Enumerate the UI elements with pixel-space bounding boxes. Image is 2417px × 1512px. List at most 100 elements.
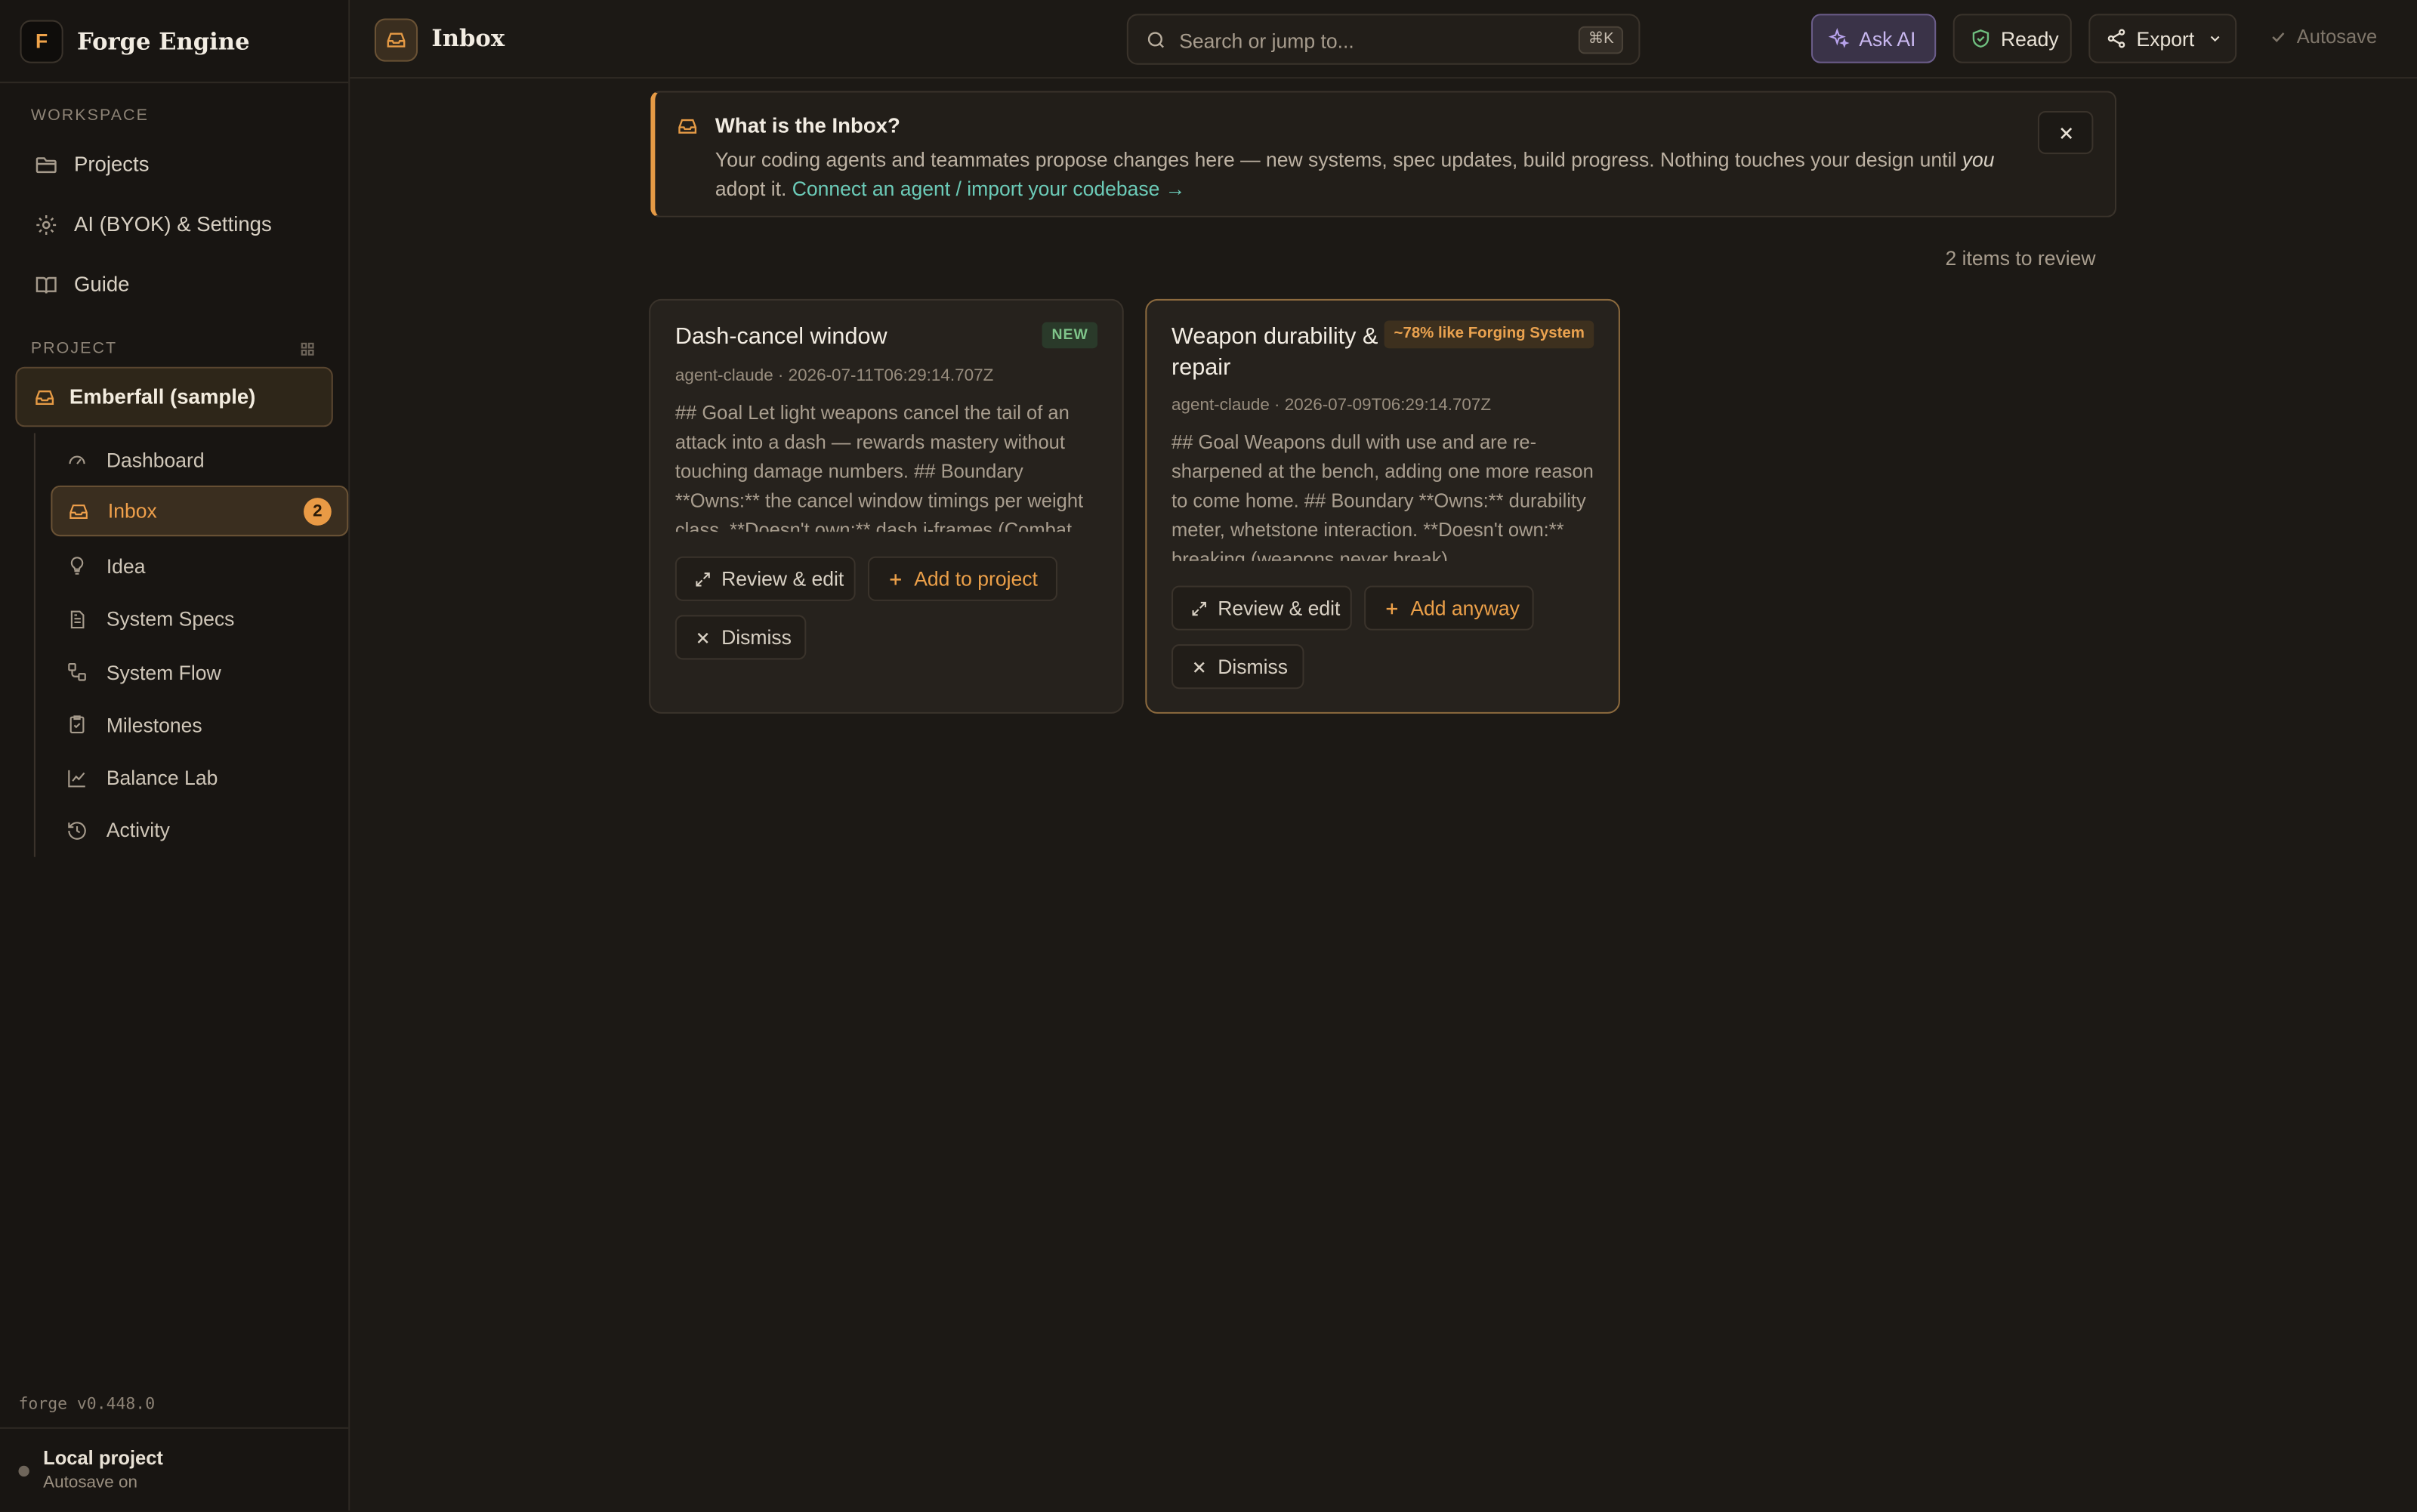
chart-line-icon — [68, 770, 85, 787]
inbox-icon — [69, 504, 88, 519]
close-icon — [1193, 661, 1205, 672]
sidebar-item-label: Inbox — [107, 499, 157, 523]
book-icon — [35, 276, 57, 293]
dismiss-button[interactable]: Dismiss — [1171, 644, 1304, 690]
sidebar-item-dashboard[interactable]: Dashboard — [51, 433, 348, 486]
sidebar-item-label: Idea — [106, 554, 146, 579]
search-placeholder: Search or jump to... — [1179, 29, 1354, 53]
app-name: Forge Engine — [77, 26, 250, 55]
ask-ai-label: Ask AI — [1859, 26, 1916, 51]
inbox-icon — [374, 18, 418, 62]
shield-check-icon — [1972, 29, 1989, 48]
similarity-badge: ~78% like Forging System — [1384, 320, 1594, 349]
check-icon — [2272, 32, 2285, 42]
add-anyway-button[interactable]: Add anyway — [1364, 585, 1534, 631]
sidebar-item-inbox[interactable]: Inbox 2 — [51, 486, 349, 537]
chevron-down-icon — [2209, 35, 2219, 42]
flow-icon — [68, 663, 86, 681]
inbox-card[interactable]: Weapon durability & repair ~78% like For… — [1145, 298, 1620, 714]
ask-ai-button[interactable]: Ask AI — [1810, 14, 1937, 63]
sidebar-item-projects[interactable]: Projects — [0, 134, 348, 195]
gauge-icon — [69, 455, 85, 465]
brand[interactable]: F Forge Engine — [0, 0, 349, 84]
autosave-label: Autosave — [2296, 26, 2378, 48]
card-title: Dash-cancel window — [674, 323, 887, 350]
review-edit-label: Review & edit — [1218, 596, 1341, 620]
project-name: Emberfall (sample) — [69, 385, 256, 409]
document-icon — [70, 610, 85, 628]
close-icon — [2060, 127, 2072, 138]
project-nav: Dashboard Inbox 2 Idea System Specs Syst… — [33, 433, 349, 857]
sidebar-item-label: AI (BYOK) & Settings — [73, 212, 272, 236]
sidebar-item-balance-lab[interactable]: Balance Lab — [51, 751, 348, 804]
local-project-subtitle: Autosave on — [43, 1473, 137, 1492]
close-icon — [697, 631, 708, 643]
workspace-section-label: WORKSPACE — [30, 106, 149, 125]
sidebar-item-activity[interactable]: Activity — [51, 804, 348, 857]
new-badge: NEW — [1042, 322, 1098, 349]
grid-icon[interactable] — [301, 342, 314, 356]
review-count: 2 items to review — [1945, 246, 2096, 270]
plus-icon — [1386, 602, 1397, 614]
inbox-icon — [678, 119, 697, 134]
sidebar-item-label: System Specs — [106, 607, 235, 631]
dismiss-label: Dismiss — [1218, 655, 1289, 678]
export-label: Export — [2136, 26, 2195, 51]
page-title: Inbox — [431, 24, 505, 53]
review-edit-button[interactable]: Review & edit — [674, 556, 856, 601]
status-dot — [18, 1465, 29, 1477]
review-edit-button[interactable]: Review & edit — [1171, 585, 1352, 631]
dismiss-button[interactable]: Dismiss — [674, 615, 807, 660]
card-meta: agent-claude · 2026-07-09T06:29:14.707Z — [1171, 396, 1492, 415]
sidebar-item-label: Guide — [73, 273, 130, 296]
ready-button[interactable]: Ready — [1952, 14, 2072, 63]
inbox-icon — [35, 389, 54, 405]
folder-icon — [35, 156, 57, 173]
sidebar-item-label: Projects — [73, 153, 150, 176]
card-meta: agent-claude · 2026-07-11T06:29:14.707Z — [674, 366, 994, 386]
banner-text-end: adopt it. — [715, 177, 792, 201]
dismiss-label: Dismiss — [721, 625, 792, 650]
sidebar-item-idea[interactable]: Idea — [51, 540, 348, 593]
add-to-project-button[interactable]: Add to project — [867, 556, 1057, 601]
add-label: Add to project — [914, 567, 1038, 591]
project-selector[interactable]: Emberfall (sample) — [15, 366, 333, 427]
history-icon — [68, 822, 86, 840]
inbox-count-badge: 2 — [304, 497, 332, 526]
banner-body: Your coding agents and teammates propose… — [715, 145, 2026, 204]
sidebar: F Forge Engine WORKSPACE Projects AI (BY… — [0, 0, 350, 1510]
search-input[interactable]: Search or jump to... ⌘K — [1126, 14, 1641, 65]
add-label: Add anyway — [1410, 596, 1520, 620]
app-window: F Forge Engine WORKSPACE Projects AI (BY… — [0, 0, 2417, 1510]
share-icon — [2107, 29, 2125, 48]
ready-label: Ready — [2000, 26, 2059, 51]
card-body: ## Goal Let light weapons cancel the tai… — [674, 402, 1084, 532]
sidebar-item-label: Activity — [106, 819, 170, 843]
export-button[interactable]: Export — [2088, 14, 2237, 63]
plus-icon — [890, 573, 901, 585]
sidebar-item-label: Milestones — [106, 713, 202, 737]
sidebar-item-milestones[interactable]: Milestones — [51, 699, 348, 751]
banner-title: What is the Inbox? — [715, 114, 900, 137]
local-project-status[interactable]: Local project Autosave on — [0, 1427, 349, 1512]
sidebar-item-system-specs[interactable]: System Specs — [51, 593, 348, 646]
card-body: ## Goal Weapons dull with use and are re… — [1171, 431, 1594, 561]
sidebar-item-label: System Flow — [106, 660, 221, 684]
topbar: Inbox Search or jump to... ⌘K Ask AI Rea… — [350, 0, 2417, 79]
app-version: forge v0.448.0 — [18, 1394, 156, 1414]
lightbulb-icon — [70, 557, 84, 575]
gear-icon — [36, 214, 57, 234]
search-shortcut: ⌘K — [1579, 26, 1623, 54]
sidebar-item-guide[interactable]: Guide — [0, 255, 348, 315]
project-section-label: PROJECT — [30, 338, 118, 358]
banner-emphasis: you — [1962, 147, 1995, 171]
close-banner-button[interactable] — [2037, 110, 2094, 155]
autosave-toggle[interactable]: Autosave — [2269, 26, 2377, 48]
inbox-card[interactable]: Dash-cancel window NEW agent-claude · 20… — [649, 298, 1124, 714]
connect-agent-link[interactable]: Connect an agent / import your codebase … — [792, 177, 1186, 201]
forge-logo-icon: F — [20, 19, 63, 63]
banner-text: Your coding agents and teammates propose… — [715, 147, 1962, 171]
expand-icon — [1192, 600, 1206, 616]
sidebar-item-system-flow[interactable]: System Flow — [51, 646, 348, 699]
sidebar-item-settings[interactable]: AI (BYOK) & Settings — [0, 194, 348, 255]
